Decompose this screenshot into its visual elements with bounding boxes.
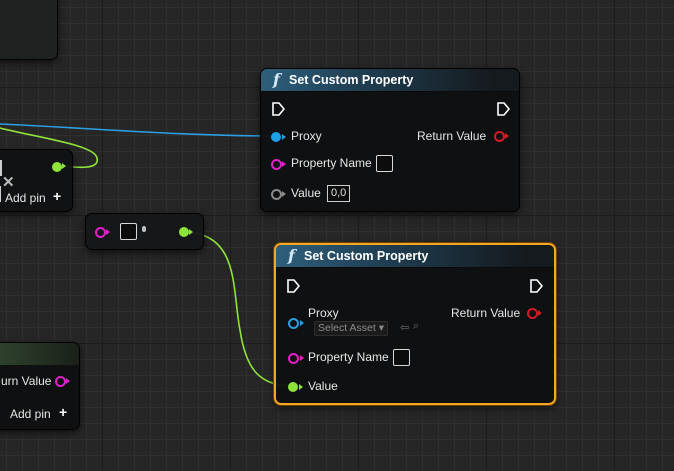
value-pin-arrow bbox=[282, 191, 286, 197]
return-value-label: Return Value bbox=[417, 129, 487, 143]
partial-node-header bbox=[0, 343, 79, 365]
add-pin-label[interactable]: Add pin bbox=[5, 191, 46, 205]
value-pin-arrow bbox=[299, 384, 303, 390]
function-icon: f bbox=[288, 246, 295, 265]
value-default-input[interactable]: 0,0 bbox=[327, 185, 351, 202]
node-title: Set Custom Property bbox=[304, 249, 429, 263]
proxy-label: Proxy bbox=[308, 306, 339, 320]
node-header[interactable]: f Set Custom Property bbox=[276, 245, 554, 268]
use-selected-asset-icon[interactable]: ⇦ bbox=[400, 321, 409, 334]
small-dot-icon bbox=[142, 226, 146, 232]
property-name-pin-arrow bbox=[282, 161, 286, 167]
proxy-label: Proxy bbox=[291, 129, 322, 143]
partial-node-add-pin[interactable]: ✕ Add pin + bbox=[0, 149, 73, 212]
make-vector-node[interactable] bbox=[85, 213, 204, 250]
property-name-label: Property Name bbox=[308, 350, 389, 364]
value-label: Value bbox=[308, 379, 338, 393]
property-name-label: Property Name bbox=[291, 156, 372, 170]
property-name-pin-arrow bbox=[300, 355, 304, 361]
proxy-pin-arrow bbox=[282, 134, 286, 140]
exec-out-pin[interactable] bbox=[496, 101, 510, 117]
set-custom-property-node-selected[interactable]: f Set Custom Property Proxy Select Asset… bbox=[274, 243, 556, 405]
partial-node-bottom-left[interactable]: urn Value Add pin + bbox=[0, 342, 80, 430]
input-pin-arrow bbox=[106, 229, 110, 235]
remove-pin-icon[interactable]: ✕ bbox=[2, 173, 15, 191]
proxy-pin[interactable] bbox=[271, 132, 281, 142]
function-icon: f bbox=[273, 70, 280, 89]
property-name-checkbox[interactable] bbox=[393, 349, 410, 366]
return-value-pin-arrow bbox=[505, 133, 509, 139]
make-output-pin[interactable] bbox=[52, 162, 62, 172]
proxy-wire[interactable] bbox=[0, 123, 277, 137]
add-pin-plus-icon[interactable]: + bbox=[59, 404, 67, 420]
output-pin[interactable] bbox=[179, 227, 189, 237]
return-value-label: urn Value bbox=[1, 374, 52, 388]
output-pin-arrow bbox=[189, 229, 193, 235]
node-title: Set Custom Property bbox=[289, 73, 414, 87]
value-label: Value bbox=[291, 186, 321, 200]
partial-node-top-left[interactable] bbox=[0, 0, 58, 60]
return-value-pin-arrow bbox=[66, 378, 70, 384]
value-pin[interactable] bbox=[271, 189, 282, 200]
pin-box-icon bbox=[0, 186, 1, 202]
property-name-pin[interactable] bbox=[288, 353, 299, 364]
add-pin-label[interactable]: Add pin bbox=[10, 407, 51, 421]
return-value-label: Return Value bbox=[451, 306, 521, 320]
make-output-pin-arrow bbox=[62, 163, 66, 169]
property-name-checkbox[interactable] bbox=[376, 155, 393, 172]
select-asset-label: Select Asset bbox=[318, 322, 376, 334]
exec-in-pin[interactable] bbox=[271, 101, 285, 117]
select-asset-combo[interactable]: Select Asset ▾ bbox=[314, 321, 388, 336]
exec-out-pin[interactable] bbox=[529, 278, 543, 294]
bool-checkbox[interactable] bbox=[120, 223, 137, 240]
set-custom-property-node-top[interactable]: f Set Custom Property Proxy Return Value… bbox=[260, 68, 520, 212]
chevron-down-icon: ▾ bbox=[378, 322, 384, 334]
value-pin[interactable] bbox=[288, 382, 298, 392]
node-header[interactable]: f Set Custom Property bbox=[261, 69, 519, 92]
property-name-pin[interactable] bbox=[271, 159, 282, 170]
proxy-pin[interactable] bbox=[288, 318, 299, 329]
input-pin[interactable] bbox=[95, 227, 106, 238]
proxy-pin-arrow bbox=[300, 320, 304, 326]
browse-asset-search-icon[interactable]: ⌕ bbox=[413, 320, 419, 333]
add-pin-plus-icon[interactable]: + bbox=[53, 188, 61, 204]
return-value-pin[interactable] bbox=[55, 376, 66, 387]
return-value-pin-arrow bbox=[538, 310, 542, 316]
exec-in-pin[interactable] bbox=[286, 278, 300, 294]
return-value-pin[interactable] bbox=[494, 131, 505, 142]
return-value-pin[interactable] bbox=[527, 308, 538, 319]
